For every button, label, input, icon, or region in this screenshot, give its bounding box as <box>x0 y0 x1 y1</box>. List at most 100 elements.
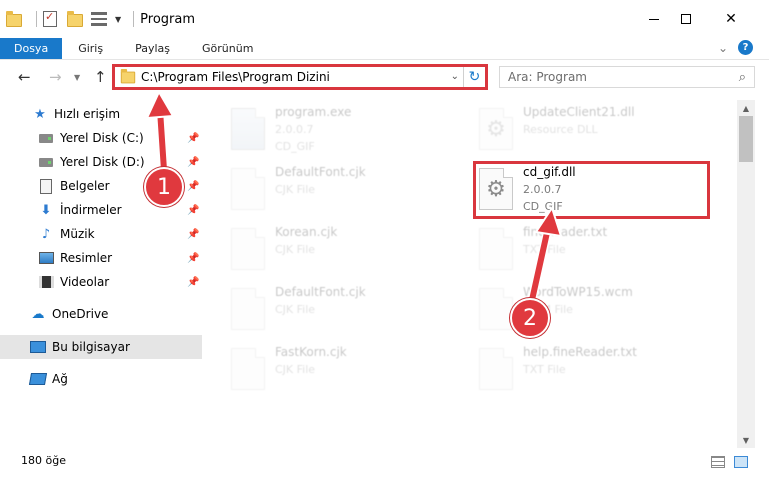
sidebar-item-label: İndirmeler <box>60 203 122 217</box>
file-type: CJK File <box>275 183 316 196</box>
file-icon <box>231 288 265 330</box>
file-item[interactable]: ⚙ UpdateClient21.dll Resource DLL <box>479 104 719 160</box>
address-dropdown-icon[interactable]: ⌄ <box>451 71 459 82</box>
pin-icon[interactable]: 📌 <box>187 133 199 144</box>
properties-icon[interactable] <box>43 10 61 28</box>
back-arrow-icon[interactable]: ← <box>18 68 31 86</box>
file-icon <box>231 168 265 210</box>
up-arrow-icon[interactable]: ↑ <box>94 68 107 86</box>
recent-locations-dropdown-icon[interactable]: ▼ <box>74 73 80 82</box>
music-icon: ♪ <box>41 226 51 242</box>
pin-icon[interactable]: 📌 <box>187 277 199 288</box>
item-count: 180 öğe <box>21 454 66 467</box>
sidebar-item-label: Ağ <box>52 372 68 386</box>
tab-view[interactable]: Görünüm <box>186 38 269 59</box>
file-type: CJK File <box>275 303 316 316</box>
disk-icon <box>38 130 54 146</box>
file-item[interactable]: help.fineReader.txt TXT File <box>479 344 719 400</box>
help-icon[interactable]: ? <box>738 40 753 55</box>
toolbar-divider <box>133 11 135 27</box>
sidebar-item-label: Müzik <box>60 227 95 241</box>
file-list: program.exe 2.0.0.7 CD_GIF ⚙ UpdateClien… <box>203 100 737 448</box>
file-type: Resource DLL <box>523 123 598 136</box>
file-item[interactable]: DefaultFont.cjk CJK File <box>231 164 471 220</box>
title-bar: ▼ Program ✕ <box>0 0 769 38</box>
file-item[interactable]: fineReader.txt TXT File <box>479 224 719 280</box>
sidebar-item-onedrive[interactable]: ☁ OneDrive <box>0 302 202 326</box>
sidebar-item-this-pc[interactable]: Bu bilgisayar <box>0 335 202 359</box>
cloud-icon: ☁ <box>31 306 45 322</box>
file-item[interactable]: program.exe 2.0.0.7 CD_GIF <box>231 104 471 160</box>
expand-ribbon-icon[interactable]: ⌄ <box>718 41 728 55</box>
sidebar-item-network[interactable]: Ağ <box>0 367 202 391</box>
file-icon <box>479 288 513 330</box>
file-item[interactable]: FastKorn.cjk CJK File <box>231 344 471 400</box>
details-view-icon[interactable] <box>711 456 725 468</box>
scroll-up-icon[interactable]: ▲ <box>737 100 755 116</box>
new-folder-icon[interactable] <box>67 10 85 28</box>
file-item[interactable]: Korean.cjk CJK File <box>231 224 471 280</box>
scroll-down-icon[interactable]: ▼ <box>737 432 755 448</box>
scrollbar-thumb[interactable] <box>739 116 753 162</box>
file-name: UpdateClient21.dll <box>523 105 635 119</box>
executable-file-icon <box>231 108 265 150</box>
file-name: Korean.cjk <box>275 225 338 239</box>
navigation-bar: ← → ▼ ↑ C:\Program Files\Program Dizini … <box>0 60 769 94</box>
window-title: Program <box>140 11 196 27</box>
pin-icon[interactable]: 📌 <box>187 229 199 240</box>
sidebar-item-pictures[interactable]: Resimler 📌 <box>0 246 202 270</box>
file-name: program.exe <box>275 105 352 119</box>
navigation-pane: ★ Hızlı erişim Yerel Disk (C:) 📌 Yerel D… <box>0 100 202 448</box>
address-bar[interactable]: C:\Program Files\Program Dizini ⌄ ↻ <box>112 64 488 90</box>
vertical-scrollbar[interactable]: ▲ ▼ <box>737 100 755 448</box>
sidebar-item-label: Hızlı erişim <box>54 107 121 121</box>
pin-icon[interactable]: 📌 <box>187 157 199 168</box>
file-name: WordToWP15.wcm <box>523 285 633 299</box>
highlight-box <box>473 161 710 219</box>
pin-icon[interactable]: 📌 <box>187 205 199 216</box>
file-icon <box>479 228 513 270</box>
tab-home[interactable]: Giriş <box>62 38 119 59</box>
file-icon <box>231 348 265 390</box>
toolbar-divider <box>36 11 37 27</box>
file-icon <box>479 348 513 390</box>
dll-file-icon: ⚙ <box>479 108 513 150</box>
tab-share[interactable]: Paylaş <box>119 38 186 59</box>
sidebar-item-local-disk-c[interactable]: Yerel Disk (C:) 📌 <box>0 126 202 150</box>
tab-file[interactable]: Dosya <box>0 38 63 59</box>
file-type: CJK File <box>275 363 316 376</box>
documents-icon <box>38 178 54 194</box>
customize-toolbar-dropdown-icon[interactable]: ▼ <box>115 15 121 24</box>
callout-badge-1: 1 <box>144 167 184 207</box>
explorer-window: ▼ Program ✕ Dosya Giriş Paylaş Görünüm ⌄… <box>0 0 769 490</box>
search-icon[interactable]: ⌕ <box>739 70 746 85</box>
maximize-button[interactable] <box>663 0 709 38</box>
file-type: CJK File <box>275 243 316 256</box>
pin-icon[interactable]: 📌 <box>187 181 199 192</box>
sidebar-item-videos[interactable]: Videolar 📌 <box>0 270 202 294</box>
maximize-icon <box>681 14 691 24</box>
download-icon: ⬇ <box>40 202 52 218</box>
tiles-view-icon[interactable] <box>734 456 748 468</box>
callout-badge-2: 2 <box>510 298 550 338</box>
sidebar-item-quick-access[interactable]: ★ Hızlı erişim <box>0 102 202 126</box>
sidebar-item-label: Yerel Disk (C:) <box>60 131 144 145</box>
refresh-icon[interactable]: ↻ <box>463 67 485 87</box>
address-path[interactable]: C:\Program Files\Program Dizini <box>141 70 330 84</box>
search-input[interactable]: Ara: Program ⌕ <box>499 66 755 88</box>
forward-arrow-icon[interactable]: → <box>49 68 62 86</box>
sidebar-item-music[interactable]: ♪ Müzik 📌 <box>0 222 202 246</box>
status-bar: 180 öğe <box>0 448 769 490</box>
pin-icon[interactable]: 📌 <box>187 253 199 264</box>
minimize-icon <box>649 18 659 20</box>
sidebar-item-label: Bu bilgisayar <box>52 340 130 354</box>
view-icon[interactable] <box>91 10 109 28</box>
close-button[interactable]: ✕ <box>708 0 754 38</box>
quick-access-toolbar: ▼ <box>0 10 140 28</box>
file-type: TXT File <box>523 363 566 376</box>
star-icon: ★ <box>34 106 46 122</box>
file-name: DefaultFont.cjk <box>275 165 366 179</box>
videos-icon <box>38 274 54 290</box>
file-item[interactable]: DefaultFont.cjk CJK File <box>231 284 471 340</box>
file-description: CD_GIF <box>275 140 315 153</box>
